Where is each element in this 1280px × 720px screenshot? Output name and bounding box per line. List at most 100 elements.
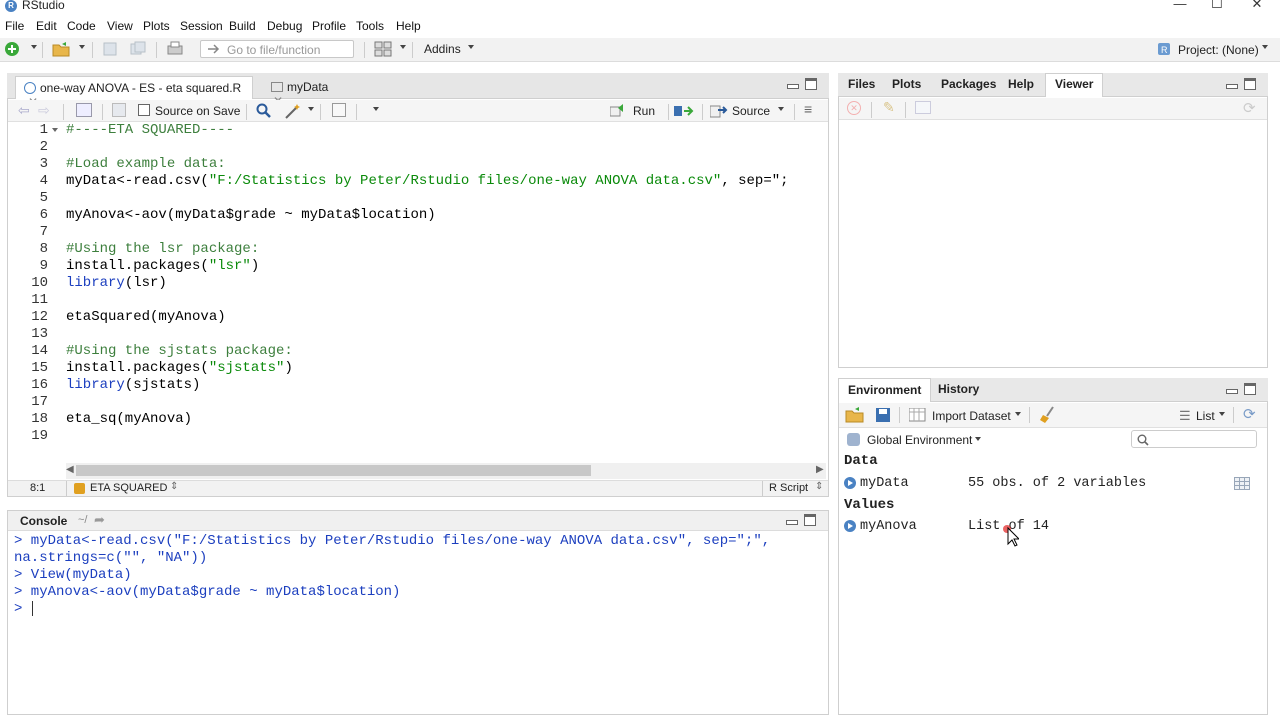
tab-packages[interactable]: Packages bbox=[941, 77, 996, 91]
environment-search-input[interactable] bbox=[1131, 430, 1257, 448]
go-to-file-input[interactable]: Go to file/function bbox=[200, 40, 354, 58]
code-line[interactable]: myData<-read.csv("F:/Statistics by Peter… bbox=[66, 173, 789, 189]
load-workspace-icon[interactable] bbox=[845, 407, 865, 423]
code-line[interactable]: library(lsr) bbox=[66, 275, 167, 291]
scroll-left-icon[interactable]: ◀ bbox=[66, 464, 74, 475]
menu-session[interactable]: Session bbox=[180, 19, 223, 33]
document-outline-icon[interactable]: ≡ bbox=[804, 101, 812, 117]
new-file-icon[interactable] bbox=[4, 41, 20, 57]
pane-layout-icon[interactable] bbox=[374, 41, 392, 57]
remove-viewer-icon[interactable]: ✕ bbox=[847, 101, 861, 115]
clear-viewer-broom-icon[interactable]: ✎ bbox=[883, 99, 895, 116]
scrollbar-thumb[interactable] bbox=[76, 465, 591, 476]
code-tools-dropdown-icon[interactable] bbox=[308, 107, 314, 111]
maximize-pane-icon[interactable] bbox=[1244, 383, 1256, 395]
tab-history[interactable]: History bbox=[938, 382, 979, 396]
expand-object-icon[interactable] bbox=[844, 477, 856, 489]
tab-mydata[interactable]: myData ✕ bbox=[263, 76, 349, 108]
import-dropdown-icon[interactable] bbox=[1015, 412, 1021, 416]
minimize-window-button[interactable]: — bbox=[1165, 0, 1195, 14]
view-data-grid-icon[interactable] bbox=[1234, 477, 1250, 490]
run-button[interactable]: Run bbox=[633, 104, 655, 118]
code-line[interactable]: myAnova<-aov(myData$grade ~ myData$locat… bbox=[66, 207, 436, 223]
open-dropdown-icon[interactable] bbox=[79, 45, 85, 49]
forward-icon[interactable]: ⇨ bbox=[38, 102, 50, 119]
maximize-pane-icon[interactable] bbox=[805, 78, 817, 90]
new-file-dropdown-icon[interactable] bbox=[31, 45, 37, 49]
refresh-viewer-icon[interactable]: ⟳ bbox=[1243, 99, 1256, 117]
layout-dropdown-icon[interactable] bbox=[400, 45, 406, 49]
tab-environment[interactable]: Environment bbox=[838, 378, 932, 402]
import-dataset-button[interactable]: Import Dataset bbox=[932, 409, 1011, 423]
addins-dropdown-icon[interactable] bbox=[468, 45, 474, 49]
environment-scope-selector[interactable]: Global Environment bbox=[867, 433, 972, 447]
tab-help[interactable]: Help bbox=[1008, 77, 1034, 91]
fold-section-icon[interactable] bbox=[52, 128, 58, 132]
code-line[interactable]: #----ETA SQUARED---- bbox=[66, 122, 234, 138]
menu-file[interactable]: File bbox=[5, 19, 24, 33]
scroll-right-icon[interactable]: ▶ bbox=[816, 464, 824, 475]
rerun-icon[interactable] bbox=[674, 104, 694, 118]
clear-workspace-broom-icon[interactable] bbox=[1039, 406, 1057, 424]
code-editor[interactable]: 1 #----ETA SQUARED---- 2 3 #Load example dat… bbox=[8, 122, 828, 462]
tab-files[interactable]: Files bbox=[848, 77, 875, 91]
menu-code[interactable]: Code bbox=[67, 19, 96, 33]
scope-dropdown-icon[interactable] bbox=[975, 437, 981, 441]
file-type-selector[interactable]: R Script bbox=[769, 482, 808, 494]
minimize-pane-icon[interactable] bbox=[1226, 389, 1238, 394]
tab-viewer[interactable]: Viewer bbox=[1045, 73, 1104, 97]
menu-build[interactable]: Build bbox=[229, 19, 256, 33]
close-window-button[interactable]: ✕ bbox=[1242, 0, 1272, 14]
project-selector[interactable]: Project: (None) bbox=[1178, 43, 1259, 57]
menu-plots[interactable]: Plots bbox=[143, 19, 170, 33]
minimize-pane-icon[interactable] bbox=[787, 84, 799, 89]
show-in-window-icon[interactable] bbox=[76, 103, 92, 117]
menu-tools[interactable]: Tools bbox=[356, 19, 384, 33]
go-to-directory-icon[interactable]: ➦ bbox=[94, 512, 105, 528]
code-tools-wand-icon[interactable] bbox=[284, 103, 302, 119]
back-icon[interactable]: ⇦ bbox=[18, 102, 30, 119]
minimize-pane-icon[interactable] bbox=[1226, 84, 1238, 89]
save-all-icon[interactable] bbox=[130, 41, 146, 57]
section-selector[interactable]: ETA SQUARED bbox=[90, 482, 167, 494]
tab-plots[interactable]: Plots bbox=[892, 77, 921, 91]
menu-debug[interactable]: Debug bbox=[267, 19, 302, 33]
code-line[interactable]: library(sjstats) bbox=[66, 377, 200, 393]
maximize-pane-icon[interactable] bbox=[1244, 78, 1256, 90]
source-on-save-checkbox[interactable] bbox=[138, 104, 150, 116]
environment-row-mydata[interactable]: myData 55 obs. of 2 variables bbox=[840, 474, 1266, 494]
view-mode-dropdown-icon[interactable] bbox=[1219, 412, 1225, 416]
addins-menu[interactable]: Addins bbox=[424, 42, 461, 56]
compile-report-icon[interactable] bbox=[332, 103, 346, 117]
print-icon[interactable] bbox=[166, 41, 183, 57]
maximize-pane-icon[interactable] bbox=[804, 514, 816, 526]
save-icon[interactable] bbox=[102, 41, 118, 57]
code-line[interactable]: install.packages("sjstats") bbox=[66, 360, 293, 376]
code-line[interactable]: #Using the sjstats package: bbox=[66, 343, 293, 359]
editor-options-dropdown-icon[interactable] bbox=[373, 107, 379, 111]
filetype-updown-icon[interactable]: ⇕ bbox=[815, 481, 823, 492]
source-button[interactable]: Source bbox=[732, 104, 770, 118]
code-line[interactable]: #Using the lsr package: bbox=[66, 241, 259, 257]
section-updown-icon[interactable]: ⇕ bbox=[170, 481, 178, 492]
code-line[interactable]: eta_sq(myAnova) bbox=[66, 411, 192, 427]
find-replace-icon[interactable] bbox=[256, 103, 272, 119]
project-dropdown-icon[interactable] bbox=[1262, 45, 1268, 49]
menu-view[interactable]: View bbox=[107, 19, 133, 33]
tab-eta-squared-script[interactable]: one-way ANOVA - ES - eta squared.R ✕ bbox=[15, 76, 253, 109]
console-title[interactable]: Console bbox=[20, 514, 67, 528]
environment-row-myanova[interactable]: myAnova List of 14 bbox=[840, 517, 1266, 537]
save-workspace-icon[interactable] bbox=[875, 407, 891, 423]
maximize-window-button[interactable]: ☐ bbox=[1202, 0, 1232, 14]
code-line[interactable]: #Load example data: bbox=[66, 156, 226, 172]
source-dropdown-icon[interactable] bbox=[778, 107, 784, 111]
expand-object-icon[interactable] bbox=[844, 520, 856, 532]
save-script-icon[interactable] bbox=[112, 103, 126, 117]
menu-profile[interactable]: Profile bbox=[312, 19, 346, 33]
menu-help[interactable]: Help bbox=[396, 19, 421, 33]
open-folder-icon[interactable] bbox=[52, 41, 70, 57]
code-line[interactable]: etaSquared(myAnova) bbox=[66, 309, 226, 325]
horizontal-scrollbar[interactable]: ◀ ▶ bbox=[66, 463, 826, 479]
code-line[interactable]: install.packages("lsr") bbox=[66, 258, 259, 274]
refresh-environment-icon[interactable]: ⟳ bbox=[1243, 405, 1256, 423]
